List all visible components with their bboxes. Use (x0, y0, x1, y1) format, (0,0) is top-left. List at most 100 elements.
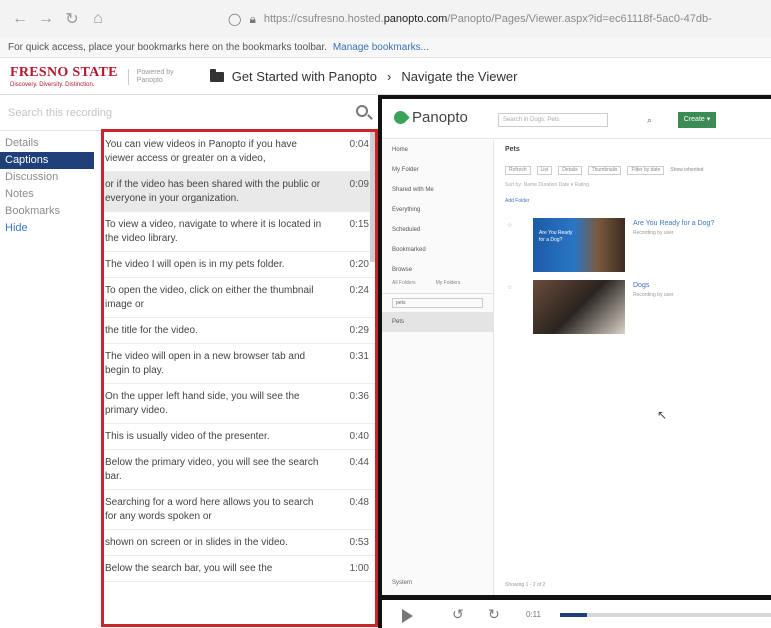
caption-text: To open the video, click on either the t… (105, 285, 314, 310)
caption-time: 0:09 (349, 179, 369, 190)
caption-row[interactable]: shown on screen or in slides in the vide… (104, 530, 375, 556)
rewind-icon[interactable]: ↺ (452, 606, 464, 623)
caption-time: 0:31 (349, 351, 369, 362)
left-panel: Details Captions Discussion Notes Bookma… (0, 95, 378, 628)
video-toolbar-item: Filter by date (627, 165, 665, 175)
panopto-leaf-icon (391, 108, 410, 127)
video-nav-item: Browse (392, 267, 413, 273)
hide-link[interactable]: Hide (0, 220, 98, 237)
video-folder-title: Pets (505, 146, 520, 153)
video-search-icon: ⌕ (647, 115, 653, 125)
video-sort-row: Sort by: Name Duration Date ▾ Rating (505, 182, 589, 188)
mouse-cursor-icon: ↖ (657, 408, 668, 422)
time-readout: 0:11 (526, 610, 541, 619)
side-tabs: Details Captions Discussion Notes Bookma… (0, 135, 98, 237)
video-toolbar-item: Show inherited (670, 167, 704, 173)
folder-icon (209, 68, 224, 82)
speed-icon[interactable]: ↻ (488, 606, 500, 623)
forward-arrow-icon[interactable]: → (34, 7, 58, 31)
caption-text: or if the video has been shared with the… (105, 179, 321, 204)
caption-row[interactable]: Below the search bar, you will see the 1:… (104, 556, 375, 582)
video-thumbnail: Are You Ready for a Dog? (533, 218, 625, 272)
video-nav-item: Everything (392, 207, 421, 213)
url-suffix: /Panopto/Pages/Viewer.aspx?id=ec61118f-5… (447, 13, 712, 25)
progress-bar[interactable] (560, 613, 771, 617)
progress-fill (560, 613, 588, 617)
breadcrumb-page: Navigate the Viewer (401, 69, 518, 84)
captions-list: You can view videos in Panopto if you ha… (101, 129, 378, 627)
caption-text: Below the primary video, you will see th… (105, 457, 319, 482)
search-icon[interactable] (356, 105, 368, 117)
caption-row[interactable]: This is usually video of the presenter. 0… (104, 424, 375, 450)
caption-time: 0:15 (349, 219, 369, 230)
caption-time: 0:48 (349, 497, 369, 508)
video-list-item: ☆ Dogs Recording by user (505, 280, 771, 336)
search-input[interactable] (8, 104, 328, 122)
video-nav-item: Home (392, 147, 409, 153)
video-thumbnail (533, 280, 625, 334)
video-toolbar-item: Refresh (505, 165, 531, 175)
caption-row[interactable]: The video I will open is in my pets fold… (104, 252, 375, 278)
search-bar (0, 95, 378, 131)
breadcrumb: Get Started with Panopto › Navigate the … (209, 68, 518, 84)
primary-video[interactable]: Panopto Search in Dogs: Pets ⌕ Create ▾ … (378, 95, 771, 628)
caption-row[interactable]: or if the video has been shared with the… (104, 172, 375, 212)
tab-bookmarks[interactable]: Bookmarks (0, 203, 98, 220)
player-controls: ↺ ↻ 0:11 (382, 600, 771, 628)
back-arrow-icon[interactable]: ← (8, 7, 32, 31)
video-list-item: ☆ Are You Ready for a Dog? Are You Ready… (505, 218, 771, 274)
video-footer: Showing 1 - 2 of 2 (505, 582, 546, 588)
video-sidebar: Home My Folder Shared with Me Everything… (382, 140, 494, 595)
video-system-label: System (392, 580, 413, 586)
powered-by-panopto: Powered by Panopto (127, 68, 190, 85)
video-star-icon: ☆ (507, 223, 513, 229)
brand-tagline: Discovery. Diversity. Distinction. (10, 81, 95, 88)
caption-time: 0:04 (349, 139, 369, 150)
caption-time: 0:20 (349, 259, 369, 270)
caption-row[interactable]: Searching for a word here allows you to … (104, 490, 375, 530)
caption-row[interactable]: the title for the video. 0:29 (104, 318, 375, 344)
caption-row[interactable]: To open the video, click on either the t… (104, 278, 375, 318)
caption-time: 0:53 (349, 537, 369, 548)
caption-row[interactable]: On the upper left hand side, you will se… (104, 384, 375, 424)
bookmarks-hint: For quick access, place your bookmarks h… (8, 42, 328, 53)
fresno-state-logo[interactable]: FRESNO STATE Discovery. Diversity. Disti… (10, 64, 118, 88)
video-nav-subtab: All Folders (392, 280, 416, 286)
captions-scrollbar[interactable] (370, 132, 375, 262)
manage-bookmarks-link[interactable]: Manage bookmarks... (333, 42, 429, 53)
play-icon[interactable] (402, 609, 413, 623)
address-bar[interactable]: ◯ 🔒︎ https://csufresno.hosted. panopto.c… (228, 8, 771, 30)
caption-text: To view a video, navigate to where it is… (105, 219, 322, 244)
caption-text: Below the search bar, you will see the (105, 563, 273, 574)
shield-icon: ◯ (228, 12, 242, 26)
caption-time: 0:40 (349, 431, 369, 442)
panopto-logo: Panopto (391, 108, 468, 127)
tab-notes[interactable]: Notes (0, 186, 98, 203)
tab-captions[interactable]: Captions (0, 152, 94, 169)
url-prefix: https://csufresno.hosted. (263, 13, 384, 25)
video-toolbar-item: Thumbnails (587, 165, 622, 175)
tab-discussion[interactable]: Discussion (0, 169, 98, 186)
video-search-field: Search in Dogs: Pets (498, 113, 608, 127)
video-item-meta: Recording by user (633, 292, 674, 298)
caption-time: 0:44 (349, 457, 369, 468)
video-add-folder: Add Folder (505, 198, 530, 204)
video-nav-item: My Folder (392, 167, 419, 173)
reload-icon[interactable]: ↻ (60, 7, 84, 31)
video-folder-view: Pets Refresh List Details Thumbnails Fil… (495, 140, 771, 595)
video-frame: Panopto Search in Dogs: Pets ⌕ Create ▾ … (382, 99, 771, 595)
home-icon[interactable]: ⌂ (86, 7, 110, 31)
brand-name: FRESNO STATE (10, 64, 118, 80)
video-nav-subtabs: All Folders My Folders (382, 280, 493, 294)
caption-row[interactable]: Below the primary video, you will see th… (104, 450, 375, 490)
caption-row[interactable]: You can view videos in Panopto if you ha… (104, 132, 375, 172)
tab-details[interactable]: Details (0, 135, 98, 152)
url-domain: panopto.com (383, 13, 448, 25)
caption-text: shown on screen or in slides in the vide… (105, 537, 288, 548)
breadcrumb-separator: › (386, 69, 392, 84)
caption-row[interactable]: The video will open in a new browser tab… (104, 344, 375, 384)
caption-row[interactable]: To view a video, navigate to where it is… (104, 212, 375, 252)
video-nav-selected: Pets (382, 312, 493, 332)
caption-time: 1:00 (349, 563, 369, 574)
breadcrumb-folder[interactable]: Get Started with Panopto (232, 69, 377, 84)
